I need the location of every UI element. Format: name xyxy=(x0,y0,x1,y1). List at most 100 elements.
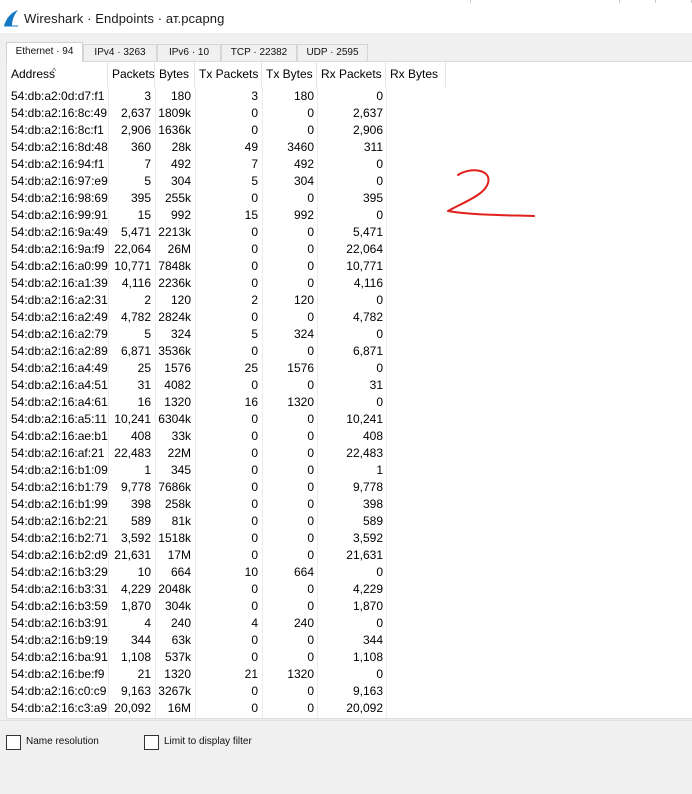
cell-address: 54:db:a2:16:ae:b1 xyxy=(11,429,108,443)
table-row[interactable]: 54:db:a2:16:b3:29 10 664 10 664 0 xyxy=(7,564,692,581)
table-row[interactable]: 54:db:a2:16:b1:79 9,778 7686k 0 0 9,778 xyxy=(7,479,692,496)
cell-tx-packets: 0 xyxy=(251,429,258,443)
table-row[interactable]: 54:db:a2:16:a2:49 4,782 2824k 0 0 4,782 xyxy=(7,309,692,326)
cell-rx-packets: 2,637 xyxy=(352,106,383,120)
cell-address: 54:db:a2:16:98:69 xyxy=(11,191,108,205)
cell-packets: 2 xyxy=(144,293,151,307)
cell-tx-bytes: 0 xyxy=(307,446,314,460)
column-header-rx-packets[interactable]: Rx Packets xyxy=(317,62,386,87)
cell-bytes: 255k xyxy=(164,191,191,205)
cell-rx-packets: 1 xyxy=(376,463,383,477)
table-row[interactable]: 54:db:a2:16:b2:d9 21,631 17M 0 0 21,631 xyxy=(7,547,692,564)
table-row[interactable]: 54:db:a2:16:a4:49 25 1576 25 1576 0 xyxy=(7,360,692,377)
cell-tx-bytes: 0 xyxy=(307,429,314,443)
tab-tcp[interactable]: TCP · 22382 xyxy=(221,44,297,62)
cell-address: 54:db:a2:16:b3:59 xyxy=(11,599,108,613)
table-row[interactable]: 54:db:a2:16:a5:11 10,241 6304k 0 0 10,241 xyxy=(7,411,692,428)
red-handwritten-annotation xyxy=(447,169,535,217)
endpoints-table[interactable]: ^ Address Packets Bytes Tx Packets Tx By… xyxy=(6,61,692,719)
table-row[interactable]: 54:db:a2:16:c3:a9 20,092 16M 0 0 20,092 xyxy=(7,700,692,717)
limit-to-display-filter-checkbox[interactable] xyxy=(144,735,159,750)
cell-packets: 22,483 xyxy=(114,446,151,460)
cell-address: 54:db:a2:16:8d:48 xyxy=(11,140,108,154)
cell-rx-packets: 0 xyxy=(376,616,383,630)
table-row[interactable]: 54:db:a2:16:a4:61 16 1320 16 1320 0 xyxy=(7,394,692,411)
cell-rx-packets: 408 xyxy=(362,429,383,443)
table-row[interactable]: 54:db:a2:16:98:69 395 255k 0 0 395 xyxy=(7,190,692,207)
cell-rx-packets: 10,771 xyxy=(346,259,383,273)
cell-tx-packets: 0 xyxy=(251,310,258,324)
cell-bytes: 1576 xyxy=(164,361,191,375)
cell-bytes: 7848k xyxy=(158,259,191,273)
cell-tx-bytes: 0 xyxy=(307,701,314,715)
table-row[interactable]: 54:db:a2:16:a2:89 6,871 3536k 0 0 6,871 xyxy=(7,343,692,360)
table-row[interactable]: 54:db:a2:16:b1:99 398 258k 0 0 398 xyxy=(7,496,692,513)
table-row[interactable]: 54:db:a2:16:ae:b1 408 33k 0 0 408 xyxy=(7,428,692,445)
table-row[interactable]: 54:db:a2:0d:d7:f1 3 180 3 180 0 xyxy=(7,88,692,105)
cell-packets: 5,471 xyxy=(120,225,151,239)
cell-rx-packets: 1,108 xyxy=(352,650,383,664)
table-row[interactable]: 54:db:a2:16:be:f9 21 1320 21 1320 0 xyxy=(7,666,692,683)
cell-address: 54:db:a2:16:a4:61 xyxy=(11,395,108,409)
table-row[interactable]: 54:db:a2:16:97:e9 5 304 5 304 0 xyxy=(7,173,692,190)
column-header-packets[interactable]: Packets xyxy=(108,62,155,87)
table-row[interactable]: 54:db:a2:16:b9:19 344 63k 0 0 344 xyxy=(7,632,692,649)
cell-bytes: 28k xyxy=(171,140,191,154)
table-row[interactable]: 54:db:a2:16:a2:31 2 120 2 120 0 xyxy=(7,292,692,309)
column-header-address[interactable]: ^ Address xyxy=(7,62,108,87)
table-row[interactable]: 54:db:a2:16:b3:91 4 240 4 240 0 xyxy=(7,615,692,632)
cell-tx-packets: 0 xyxy=(251,225,258,239)
table-row[interactable]: 54:db:a2:16:99:91 15 992 15 992 0 xyxy=(7,207,692,224)
table-row[interactable]: 54:db:a2:16:a1:39 4,116 2236k 0 0 4,116 xyxy=(7,275,692,292)
cell-bytes: 3536k xyxy=(158,344,191,358)
cell-rx-packets: 10,241 xyxy=(346,412,383,426)
cell-bytes: 240 xyxy=(170,616,191,630)
cell-packets: 31 xyxy=(137,378,151,392)
cell-tx-packets: 0 xyxy=(251,446,258,460)
cell-tx-packets: 0 xyxy=(251,242,258,256)
table-row[interactable]: 54:db:a2:16:b3:31 4,229 2048k 0 0 4,229 xyxy=(7,581,692,598)
cell-address: 54:db:a2:16:9a:49 xyxy=(11,225,108,239)
name-resolution-checkbox[interactable] xyxy=(6,735,21,750)
table-row[interactable]: 54:db:a2:16:b2:21 589 81k 0 0 589 xyxy=(7,513,692,530)
table-row[interactable]: 54:db:a2:16:94:f1 7 492 7 492 0 xyxy=(7,156,692,173)
cell-packets: 1,870 xyxy=(120,599,151,613)
cell-bytes: 17M xyxy=(167,548,191,562)
table-row[interactable]: 54:db:a2:16:8c:49 2,637 1809k 0 0 2,637 xyxy=(7,105,692,122)
tab-ipv4[interactable]: IPv4 · 3263 xyxy=(83,44,157,62)
cell-tx-packets: 0 xyxy=(251,378,258,392)
column-header-rx-bytes[interactable]: Rx Bytes xyxy=(386,62,446,87)
column-header-bytes[interactable]: Bytes xyxy=(155,62,195,87)
cell-tx-bytes: 1320 xyxy=(287,395,314,409)
column-header-label: Address xyxy=(11,67,56,81)
cell-bytes: 1636k xyxy=(158,123,191,137)
table-row[interactable]: 54:db:a2:16:a0:99 10,771 7848k 0 0 10,771 xyxy=(7,258,692,275)
table-row[interactable]: 54:db:a2:16:b2:71 3,592 1518k 0 0 3,592 xyxy=(7,530,692,547)
table-row[interactable]: 54:db:a2:16:ba:91 1,108 537k 0 0 1,108 xyxy=(7,649,692,666)
cell-rx-packets: 21,631 xyxy=(346,548,383,562)
tab-udp[interactable]: UDP · 2595 xyxy=(297,44,368,62)
table-row[interactable]: 54:db:a2:16:c0:c9 9,163 3267k 0 0 9,163 xyxy=(7,683,692,700)
tab-ethernet[interactable]: Ethernet · 94 xyxy=(6,42,83,62)
table-row[interactable]: 54:db:a2:16:8d:48 360 28k 49 3460 311 xyxy=(7,139,692,156)
cell-tx-packets: 0 xyxy=(251,344,258,358)
table-row[interactable]: 54:db:a2:16:9a:f9 22,064 26M 0 0 22,064 xyxy=(7,241,692,258)
cell-address: 54:db:a2:16:a2:49 xyxy=(11,310,108,324)
cell-rx-packets: 0 xyxy=(376,565,383,579)
column-header-tx-bytes[interactable]: Tx Bytes xyxy=(262,62,317,87)
cell-packets: 2,637 xyxy=(120,106,151,120)
table-row[interactable]: 54:db:a2:16:9a:49 5,471 2213k 0 0 5,471 xyxy=(7,224,692,241)
cell-tx-packets: 0 xyxy=(251,106,258,120)
tab-ipv6[interactable]: IPv6 · 10 xyxy=(157,44,221,62)
cell-address: 54:db:a2:16:b3:31 xyxy=(11,582,108,596)
table-row[interactable]: 54:db:a2:16:a4:51 31 4082 0 0 31 xyxy=(7,377,692,394)
table-row[interactable]: 54:db:a2:16:b1:09 1 345 0 0 1 xyxy=(7,462,692,479)
table-row[interactable]: 54:db:a2:16:8c:f1 2,906 1636k 0 0 2,906 xyxy=(7,122,692,139)
cell-tx-packets: 16 xyxy=(244,395,258,409)
cell-rx-packets: 0 xyxy=(376,174,383,188)
table-row[interactable]: 54:db:a2:16:a2:79 5 324 5 324 0 xyxy=(7,326,692,343)
cell-bytes: 2048k xyxy=(158,582,191,596)
column-header-tx-packets[interactable]: Tx Packets xyxy=(195,62,262,87)
table-row[interactable]: 54:db:a2:16:b3:59 1,870 304k 0 0 1,870 xyxy=(7,598,692,615)
table-row[interactable]: 54:db:a2:16:af:21 22,483 22M 0 0 22,483 xyxy=(7,445,692,462)
